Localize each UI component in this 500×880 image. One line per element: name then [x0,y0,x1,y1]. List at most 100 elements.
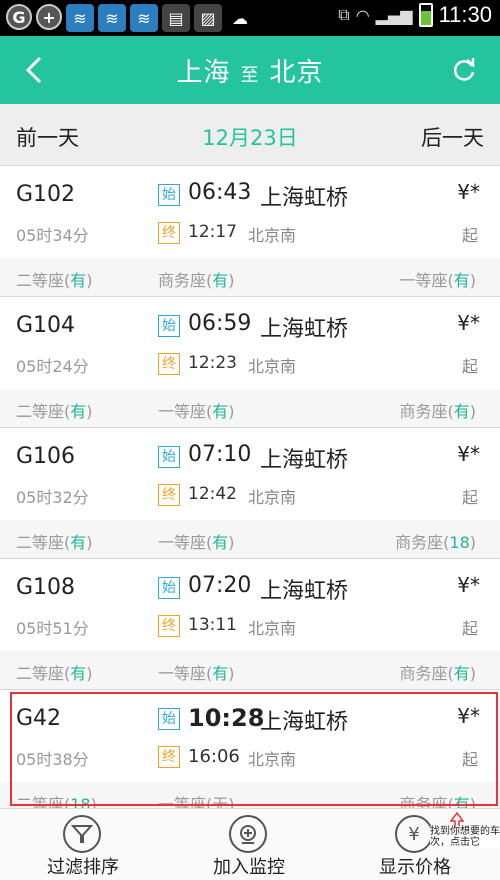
train-number: G104 [16,313,76,338]
arrival-time: 12:23 [188,353,237,373]
price: ¥* [457,442,480,466]
status-right: ⧉ ◠ ▂▄▆ 11:30 [338,2,492,28]
train-row-selected[interactable]: G42 05时38分 始 10:28 上海虹桥 终 16:06 北京南 ¥* 起… [0,690,500,821]
train-number: G108 [16,575,76,600]
arrival-station: 北京南 [248,357,297,376]
train-number: G106 [16,444,76,469]
next-day-button[interactable]: 后一天 [421,122,484,152]
arrival-time: 12:42 [188,484,237,504]
price-suffix: 起 [461,750,478,769]
notification-icons: G + ≋ ≋ ≋ ▤ ▨ ☁ [6,4,254,32]
annotation-text: 找到你想要的车次，点击它 [430,826,500,848]
price-suffix: 起 [461,357,478,376]
duration: 05时24分 [16,357,89,376]
train-row[interactable]: G108 05时51分 始 07:20 上海虹桥 终 13:11 北京南 ¥* … [0,559,500,690]
webcam-icon [229,815,267,853]
refresh-button[interactable] [444,50,484,90]
filter-icon [63,815,101,853]
seat-class: 一等座(有) [158,533,235,552]
image-icon: ▨ [194,4,222,32]
departure-time: 07:20 [188,573,252,598]
arrival-station: 北京南 [248,619,297,638]
seat-class: 二等座(有) [16,271,93,290]
price-suffix: 起 [461,226,478,245]
vibrate-icon: ⧉ [338,5,350,24]
filter-sort-button[interactable]: 过滤排序 [0,809,166,880]
end-badge: 终 [158,353,180,375]
seat-class: 二等座(有) [16,664,93,683]
seat-class: 商务座(有) [399,402,476,421]
duration: 05时34分 [16,226,89,245]
sd-card-icon: ▤ [162,4,190,32]
train-row[interactable]: G106 05时32分 始 07:10 上海虹桥 终 12:42 北京南 ¥* … [0,428,500,559]
end-badge: 终 [158,615,180,637]
status-bar: G + ≋ ≋ ≋ ▤ ▨ ☁ ⧉ ◠ ▂▄▆ 11:30 [0,0,500,36]
seat-availability: 二等座(有) 一等座(有) 商务座(18) [0,520,500,558]
start-badge: 始 [158,315,180,337]
start-badge: 始 [158,446,180,468]
app-notification-icon: ≋ [66,4,94,32]
clock: 11:30 [438,2,492,27]
arrival-station: 北京南 [248,488,297,507]
price: ¥* [457,573,480,597]
signal-icon: ▂▄▆ [375,5,413,25]
seat-class: 二等座(有) [16,533,93,552]
wifi-icon: ◠ [355,5,370,25]
bottom-toolbar: 过滤排序 加入监控 ¥ 显示价格 [0,808,500,880]
game-notification-icon: G [6,4,32,30]
add-monitor-label: 加入监控 [213,857,285,878]
add-notification-icon: + [36,4,62,30]
add-monitor-button[interactable]: 加入监控 [166,809,332,880]
duration: 05时38分 [16,750,89,769]
departure-station: 上海虹桥 [260,186,349,211]
start-badge: 始 [158,708,180,730]
duration: 05时32分 [16,488,89,507]
refresh-icon [453,58,475,81]
show-price-label: 显示价格 [379,857,451,878]
train-row[interactable]: G104 05时24分 始 06:59 上海虹桥 终 12:23 北京南 ¥* … [0,297,500,428]
app-notification-icon: ≋ [130,4,158,32]
origin-city: 上海 [176,58,231,88]
arrival-time: 16:06 [188,746,240,767]
departure-station: 上海虹桥 [260,710,349,735]
price-suffix: 起 [461,619,478,638]
filter-sort-label: 过滤排序 [47,857,119,878]
price: ¥* [457,704,480,728]
page-title: 上海至北京 [0,52,500,89]
duration: 05时51分 [16,619,89,638]
end-badge: 终 [158,222,180,244]
departure-time: 06:43 [188,180,252,205]
train-row[interactable]: G102 05时34分 始 06:43 上海虹桥 终 12:17 北京南 ¥* … [0,166,500,297]
seat-class: 一等座(有) [399,271,476,290]
arrival-time: 13:11 [188,615,237,635]
train-number: G102 [16,182,76,207]
departure-time: 06:59 [188,311,252,336]
departure-station: 上海虹桥 [260,317,349,342]
end-badge: 终 [158,746,180,768]
weather-icon: ☁ [232,8,248,28]
seat-class: 二等座(有) [16,402,93,421]
departure-station: 上海虹桥 [260,448,349,473]
seat-class: 商务座(有) [158,271,235,290]
to-word: 至 [240,65,260,86]
app-notification-icon: ≋ [98,4,126,32]
yuan-icon: ¥ [395,815,433,853]
end-badge: 终 [158,484,180,506]
seat-availability: 二等座(有) 商务座(有) 一等座(有) [0,258,500,296]
departure-time: 10:28 [188,704,265,732]
date-bar: 前一天 12月23日 后一天 [0,104,500,166]
train-list: G102 05时34分 始 06:43 上海虹桥 终 12:17 北京南 ¥* … [0,166,500,821]
seat-availability: 二等座(有) 一等座(有) 商务座(有) [0,651,500,689]
start-badge: 始 [158,184,180,206]
seat-class: 商务座(18) [395,533,476,552]
price: ¥* [457,180,480,204]
arrival-station: 北京南 [248,750,297,769]
price-suffix: 起 [461,488,478,507]
arrival-time: 12:17 [188,222,237,242]
seat-availability: 二等座(有) 一等座(有) 商务座(有) [0,389,500,427]
seat-class: 一等座(有) [158,664,235,683]
app-header: 上海至北京 [0,36,500,104]
destination-city: 北京 [269,58,324,88]
start-badge: 始 [158,577,180,599]
departure-station: 上海虹桥 [260,579,349,604]
